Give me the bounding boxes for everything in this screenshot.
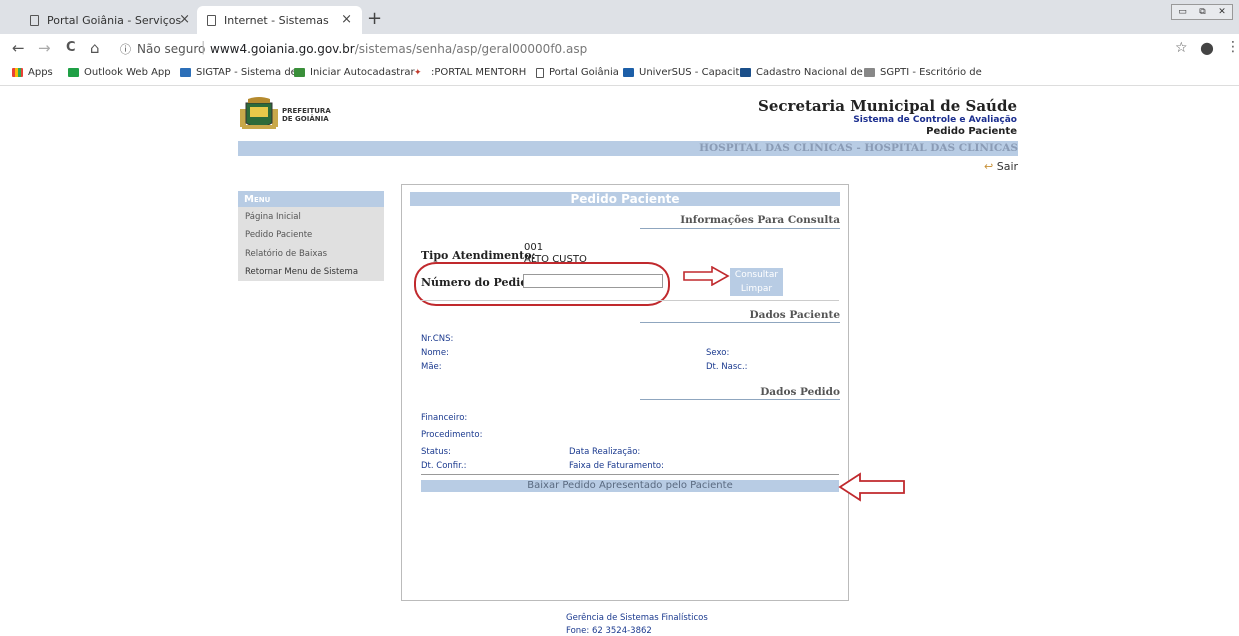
bookmark-portal-goiania[interactable]: Portal Goiânia bbox=[536, 67, 619, 78]
address-toolbar: ← → C ⌂ ⓘ Não seguro | www4.goiania.go.g… bbox=[0, 34, 1239, 62]
logout-icon: ↩ bbox=[984, 160, 994, 173]
divider bbox=[640, 322, 840, 323]
footer-phone: Fone: 62 3524-3862 bbox=[566, 626, 652, 636]
footer-department: Gerência de Sistemas Finalísticos bbox=[566, 613, 708, 623]
sgpti-icon bbox=[864, 68, 875, 77]
tipo-atendimento-code: 001 bbox=[524, 242, 544, 253]
bookmark-apps[interactable]: Apps bbox=[12, 67, 53, 78]
sigtap-icon bbox=[180, 68, 191, 77]
divider bbox=[640, 228, 840, 229]
logo-text: PREFEITURA DE GOIÂNIA bbox=[282, 107, 331, 123]
menu-icon[interactable]: ⋮ bbox=[1226, 39, 1239, 55]
close-tab-icon[interactable]: × bbox=[179, 12, 190, 27]
field-dt-confir: Dt. Confir.: bbox=[421, 461, 467, 471]
window-controls: ▭ ⧉ ✕ bbox=[1171, 4, 1233, 20]
url-host: www4.goiania.go.gov.br bbox=[210, 42, 355, 56]
autocadastro-icon bbox=[294, 68, 305, 77]
bookmark-outlook[interactable]: Outlook Web App bbox=[68, 67, 171, 78]
bookmark-sgpti[interactable]: SGPTI - Escritório de bbox=[864, 67, 982, 78]
info-icon[interactable]: ⓘ bbox=[120, 41, 131, 57]
forward-icon[interactable]: → bbox=[38, 39, 51, 57]
divider bbox=[421, 300, 839, 301]
menu-item-retornar[interactable]: Retornar Menu de Sistema bbox=[245, 267, 358, 277]
url-input[interactable]: www4.goiania.go.gov.br/sistemas/senha/as… bbox=[210, 42, 587, 56]
url-path: /sistemas/senha/asp/geral00000f0.asp bbox=[354, 42, 588, 56]
field-faixa-faturamento: Faixa de Faturamento: bbox=[569, 461, 664, 471]
bookmarks-bar: Apps Outlook Web App SIGTAP - Sistema de… bbox=[0, 62, 1239, 86]
page-icon bbox=[207, 14, 216, 26]
section-dados-paciente: Dados Paciente bbox=[749, 309, 840, 321]
bookmark-autocadastro[interactable]: Iniciar Autocadastrar bbox=[294, 67, 415, 78]
url-separator: | bbox=[201, 40, 206, 55]
back-icon[interactable]: ← bbox=[12, 39, 25, 57]
logout-link[interactable]: ↩ Sair bbox=[984, 160, 1018, 173]
page-icon bbox=[30, 14, 39, 26]
prefeitura-logo bbox=[238, 97, 280, 134]
close-tab-icon[interactable]: × bbox=[341, 12, 352, 27]
cadastro-icon bbox=[740, 68, 751, 77]
page-title: Secretaria Municipal de Saúde bbox=[758, 97, 1017, 115]
not-secure-label[interactable]: Não seguro bbox=[137, 42, 205, 56]
divider bbox=[421, 474, 839, 475]
menu-item-relatorio-baixas[interactable]: Relatório de Baixas bbox=[245, 249, 327, 259]
hospital-name: HOSPITAL DAS CLINICAS - HOSPITAL DAS CLI… bbox=[699, 142, 1018, 154]
menu-title: Menu bbox=[238, 191, 384, 207]
home-icon[interactable]: ⌂ bbox=[90, 39, 100, 57]
tab-internet-sistemas[interactable]: Internet - Sistemas × bbox=[197, 6, 362, 34]
divider bbox=[640, 399, 840, 400]
field-nome: Nome: bbox=[421, 348, 449, 358]
field-cns: Nr.CNS: bbox=[421, 334, 454, 344]
section-dados-pedido: Dados Pedido bbox=[760, 386, 840, 398]
panel-title: Pedido Paciente bbox=[410, 192, 840, 206]
bookmark-star-icon[interactable]: ☆ bbox=[1175, 40, 1188, 56]
mail-icon bbox=[68, 68, 79, 77]
tipo-atendimento-label: Tipo Atendimento: bbox=[421, 249, 536, 262]
field-status: Status: bbox=[421, 447, 451, 457]
tab-title: Portal Goiânia - Serviços bbox=[47, 13, 182, 27]
close-window-icon[interactable]: ✕ bbox=[1218, 7, 1226, 17]
field-data-realizacao: Data Realização: bbox=[569, 447, 641, 457]
page-subtitle: Pedido Paciente bbox=[926, 126, 1017, 137]
reload-icon[interactable]: C bbox=[66, 40, 76, 55]
tab-strip: Portal Goiânia - Serviços × Internet - S… bbox=[0, 0, 1239, 34]
limpar-button[interactable]: Limpar bbox=[730, 282, 783, 296]
tab-portal-goiania[interactable]: Portal Goiânia - Serviços × bbox=[20, 6, 200, 34]
mentorh-icon: ✦ bbox=[414, 68, 422, 78]
bookmark-universus[interactable]: UniverSUS - Capacita bbox=[623, 67, 746, 78]
menu-item-pagina-inicial[interactable]: Página Inicial bbox=[245, 212, 301, 222]
system-subtitle: Sistema de Controle e Avaliação bbox=[853, 115, 1017, 125]
bookmark-cadastro-nacional[interactable]: Cadastro Nacional de bbox=[740, 67, 863, 78]
field-sexo: Sexo: bbox=[706, 348, 730, 358]
bookmark-sigtap[interactable]: SIGTAP - Sistema de bbox=[180, 67, 297, 78]
field-mae: Mãe: bbox=[421, 362, 442, 372]
page-icon bbox=[536, 67, 544, 78]
annotation-arrow-right-icon bbox=[683, 266, 730, 286]
annotation-arrow-left-icon bbox=[838, 472, 905, 502]
account-icon[interactable]: ● bbox=[1200, 38, 1214, 57]
field-nascimento: Dt. Nasc.: bbox=[706, 362, 748, 372]
baixar-pedido-button[interactable]: Baixar Pedido Apresentado pelo Paciente bbox=[421, 480, 839, 492]
field-financeiro: Financeiro: bbox=[421, 413, 468, 423]
universus-icon bbox=[623, 68, 634, 77]
minimize-icon[interactable]: ▭ bbox=[1178, 7, 1187, 17]
section-consulta: Informações Para Consulta bbox=[680, 214, 840, 226]
bookmark-mentorh[interactable]: ✦:PORTAL MENTORH bbox=[414, 67, 526, 78]
apps-grid-icon bbox=[12, 68, 23, 77]
field-procedimento: Procedimento: bbox=[421, 430, 483, 440]
menu-item-pedido-paciente[interactable]: Pedido Paciente bbox=[245, 230, 312, 240]
maximize-icon[interactable]: ⧉ bbox=[1199, 7, 1205, 17]
new-tab-button[interactable]: + bbox=[367, 8, 382, 29]
tab-title: Internet - Sistemas bbox=[224, 13, 329, 27]
consultar-button[interactable]: Consultar bbox=[730, 268, 783, 282]
